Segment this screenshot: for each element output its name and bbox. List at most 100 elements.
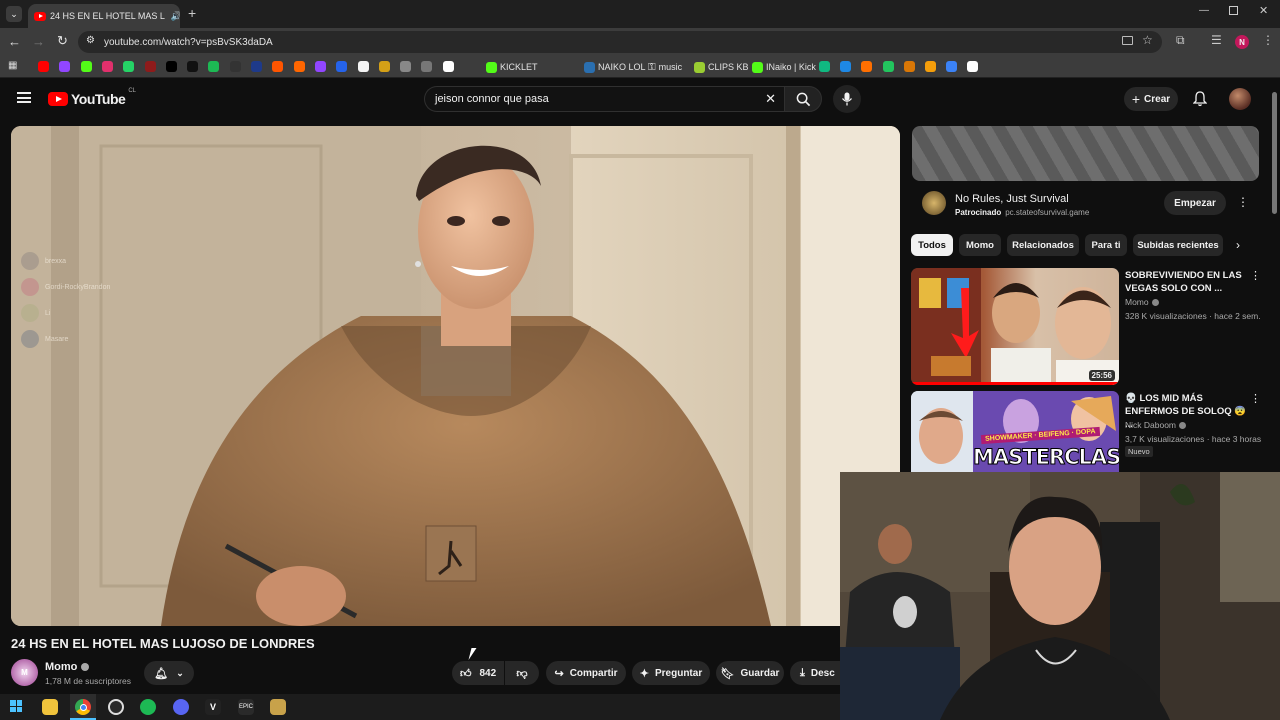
league-of-legends-icon[interactable] <box>270 699 286 715</box>
recommendation-thumbnail-2[interactable]: SHOWMAKER · BEIFENG · DOPA MASTERCLASS <box>911 391 1119 472</box>
apps-grid-icon[interactable]: ▦ <box>8 60 17 71</box>
dislike-button[interactable]: 👎︎ <box>505 661 539 685</box>
soundcloud-bookmark-icon[interactable] <box>272 61 284 72</box>
discord-icon[interactable] <box>173 699 189 715</box>
bookmark-bookmark-icon[interactable] <box>293 61 305 72</box>
chip-todos[interactable]: Todos <box>911 234 953 256</box>
close-window-button[interactable]: ✕ <box>1259 4 1268 17</box>
bookmark-icon[interactable] <box>840 61 852 72</box>
spotify-icon[interactable] <box>140 699 156 715</box>
whatsapp-bookmark-icon[interactable] <box>123 61 135 72</box>
youtube-logo[interactable]: YouTube CL <box>48 88 136 107</box>
save-button[interactable]: 🔖︎ Guardar <box>716 661 784 685</box>
hamburger-menu-icon[interactable] <box>17 92 31 103</box>
reload-icon[interactable]: ↻ <box>57 33 68 49</box>
forward-arrow-icon[interactable]: → <box>32 34 45 49</box>
chip-momo[interactable]: Momo <box>959 234 1001 256</box>
bookmark-icon[interactable] <box>946 61 958 72</box>
search-button[interactable] <box>784 86 822 112</box>
bookmark-bookmark-icon[interactable] <box>357 61 369 72</box>
tiktok-bookmark-icon[interactable] <box>187 61 199 72</box>
bookmark-inaiko-kick[interactable]: INaiko | Kick <box>752 60 816 74</box>
create-button[interactable]: + Crear <box>1124 87 1178 111</box>
clear-search-icon[interactable]: ✕ <box>765 91 776 107</box>
bookmark-bookmark-icon[interactable] <box>400 61 412 72</box>
channel-avatar[interactable]: M <box>11 659 38 686</box>
chip-para-ti[interactable]: Para ti <box>1085 234 1127 256</box>
x-bookmark-icon[interactable] <box>165 61 177 72</box>
bookmark-bookmark-icon[interactable] <box>144 61 156 72</box>
back-arrow-icon[interactable]: ← <box>8 34 21 49</box>
bookmark-bookmark-icon[interactable] <box>336 61 348 72</box>
obs-icon[interactable] <box>108 699 124 715</box>
bookmark-bookmark-icon[interactable] <box>442 61 454 72</box>
ad-cta-button[interactable]: Empezar <box>1164 191 1226 215</box>
chrome-menu-icon[interactable]: ⋮ <box>1262 33 1274 47</box>
ad-title[interactable]: No Rules, Just Survival <box>955 193 1069 205</box>
bookmark-icon[interactable] <box>819 61 830 72</box>
bookmark-bookmark-icon[interactable] <box>378 61 390 72</box>
bookmark-bookmark-icon[interactable] <box>251 61 262 72</box>
account-avatar[interactable] <box>1229 88 1251 110</box>
ad-more-icon[interactable]: ⋮ <box>1237 195 1249 209</box>
channel-name[interactable]: Momo <box>45 661 90 673</box>
recommendation-channel-1[interactable]: Momo <box>1125 297 1159 307</box>
address-bar[interactable]: ⚙ youtube.com/watch?v=psBvSK3daDA <box>78 31 1162 53</box>
bookmark-music[interactable]: ⚿ music <box>648 60 682 74</box>
windows-start-icon[interactable] <box>10 700 22 712</box>
page-scrollbar[interactable] <box>1272 92 1277 214</box>
valorant-icon[interactable]: V <box>205 699 221 715</box>
ad-banner-image[interactable] <box>912 126 1259 181</box>
site-info-icon[interactable]: ⚙ <box>86 35 95 46</box>
chip-subidas-recientes[interactable]: Subidas recientes <box>1133 234 1223 256</box>
search-input[interactable]: jeison connor que pasa ✕ <box>424 86 784 112</box>
video-player[interactable]: brexxa Gordi-RockyBrandon Li Masare <box>11 126 900 626</box>
extensions-icon[interactable]: ⧉ <box>1176 33 1185 48</box>
epic-games-icon[interactable]: EPIC <box>238 699 254 715</box>
bookmark-icon[interactable] <box>925 61 936 72</box>
bookmark-naiko-lol[interactable]: NAIKO LOL <box>584 60 646 74</box>
recommendation-more-icon-1[interactable]: ⋮ <box>1250 269 1261 282</box>
bookmark-icon[interactable] <box>903 61 915 72</box>
bookmark-bookmark-icon[interactable] <box>229 61 241 72</box>
voice-search-button[interactable] <box>833 85 861 113</box>
chrome-taskbar-button[interactable] <box>70 694 96 720</box>
webcam-overlay <box>840 472 1280 720</box>
chip-relacionados[interactable]: Relacionados <box>1007 234 1079 256</box>
ask-button[interactable]: ✦ Preguntar <box>632 661 710 685</box>
profile-avatar[interactable]: N <box>1235 35 1249 49</box>
new-tab-button[interactable]: + <box>188 5 196 21</box>
bookmark-bookmark-icon[interactable] <box>421 61 433 72</box>
tab-search-button[interactable]: ⌄ <box>6 6 22 22</box>
subscribed-bell-button[interactable]: 🔔︎ ⌄ <box>144 661 194 685</box>
bookmark-bookmark-icon[interactable] <box>314 61 326 72</box>
notifications-bell-icon[interactable] <box>1192 91 1208 107</box>
restore-button[interactable] <box>1229 6 1238 15</box>
instagram-bookmark-icon[interactable] <box>101 61 113 72</box>
spotify-bookmark-icon[interactable] <box>208 61 220 72</box>
recommendation-thumbnail-1[interactable]: 25:56 <box>911 268 1119 385</box>
like-button[interactable]: 👍︎ 842 <box>452 661 504 685</box>
bookmark-star-icon[interactable]: ☆ <box>1142 33 1153 47</box>
bookmark-icon[interactable] <box>967 61 979 72</box>
download-button[interactable]: ⤓ Desc <box>790 661 840 685</box>
kick-bookmark-icon[interactable] <box>80 61 92 72</box>
recommendation-channel-2[interactable]: Nick Daboom <box>1125 420 1187 430</box>
ad-logo[interactable] <box>922 191 946 215</box>
recommendation-more-icon-2[interactable]: ⋮ <box>1250 392 1261 405</box>
media-control-icon[interactable]: ☰ <box>1211 33 1222 47</box>
share-button[interactable]: ↪ Compartir <box>546 661 626 685</box>
chips-next-chevron-icon[interactable]: › <box>1236 238 1240 252</box>
bookmark-clips-kb[interactable]: CLIPS KB <box>694 60 749 74</box>
youtube-bookmark-icon[interactable] <box>38 61 49 72</box>
cast-icon[interactable] <box>1122 36 1133 45</box>
file-explorer-icon[interactable] <box>42 699 58 715</box>
bookmark-icon[interactable] <box>861 61 873 72</box>
twitch-bookmark-icon[interactable] <box>59 61 71 72</box>
minimize-button[interactable]: — <box>1199 5 1209 16</box>
bookmark-kicklet[interactable]: KICKLET <box>486 60 538 74</box>
recommendation-title-1[interactable]: SOBREVIVIENDO EN LAS VEGAS SOLO CON ... <box>1125 269 1245 295</box>
bookmark-icon[interactable] <box>882 61 894 72</box>
microphone-icon <box>841 92 853 106</box>
browser-tab[interactable]: 24 HS EN EL HOTEL MAS L 🔊 ✕ <box>28 4 180 28</box>
